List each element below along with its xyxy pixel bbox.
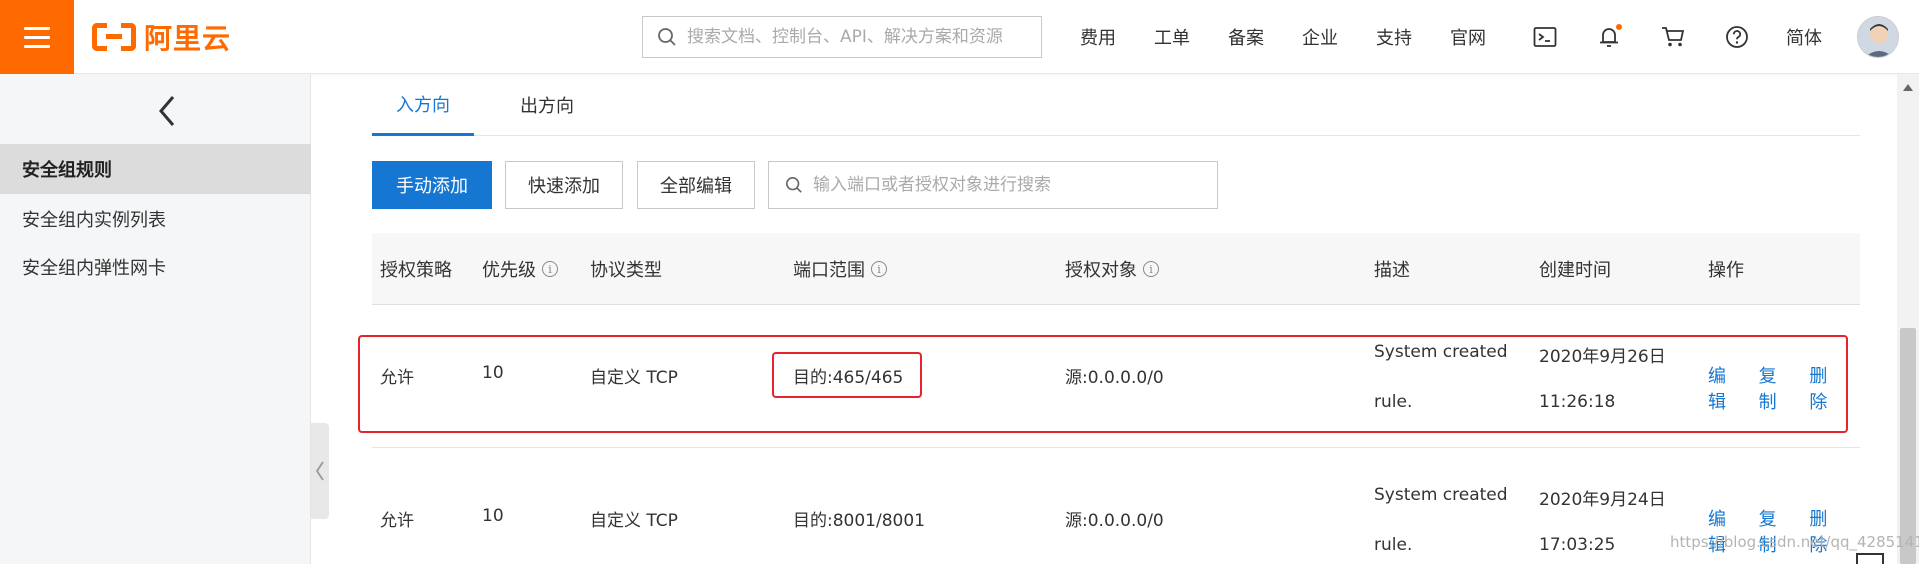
nav-tickets[interactable]: 工单: [1154, 24, 1190, 50]
rule-search[interactable]: [768, 161, 1218, 209]
scrollbar-thumb[interactable]: [1900, 328, 1916, 564]
column-header-actions: 操作: [1708, 260, 1744, 281]
column-header-source: 授权对象 i: [1065, 233, 1159, 305]
avatar[interactable]: [1857, 16, 1899, 58]
top-icons: 简体: [1530, 0, 1856, 74]
tab-inbound[interactable]: 入方向: [372, 74, 474, 136]
manual-add-button[interactable]: 手动添加: [372, 161, 492, 209]
cell-created: 2020年9月24日 17:03:25: [1539, 490, 1666, 555]
highlight-row-box: [358, 335, 1848, 433]
column-header-protocol: 协议类型: [590, 260, 662, 281]
cell-protocol: 自定义 TCP: [590, 511, 678, 531]
chevron-left-icon: [315, 461, 324, 481]
cell-policy: 允许: [380, 511, 414, 531]
search-icon: [785, 176, 802, 193]
column-header-description: 描述: [1374, 260, 1410, 281]
logo-text: 阿里云: [144, 22, 232, 55]
notification-dot: [1616, 24, 1622, 30]
tab-outbound[interactable]: 出方向: [496, 74, 598, 136]
cell-port: 目的:8001/8001: [793, 511, 925, 531]
sidebar-item-instance-list[interactable]: 安全组内实例列表: [0, 194, 311, 244]
nav-icp[interactable]: 备案: [1228, 24, 1264, 50]
nav-enterprise[interactable]: 企业: [1302, 24, 1338, 50]
corner-widget-icon[interactable]: [1856, 553, 1884, 564]
rule-search-input[interactable]: [813, 175, 1203, 195]
global-search-input[interactable]: [687, 27, 1027, 47]
nav-support[interactable]: 支持: [1376, 24, 1412, 50]
global-search[interactable]: [642, 16, 1042, 58]
sidebar-item-eni[interactable]: 安全组内弹性网卡: [0, 242, 311, 292]
scroll-up-arrow-icon[interactable]: [1903, 84, 1913, 91]
direction-tabs: 入方向 出方向: [372, 74, 1860, 136]
column-header-created: 创建时间: [1539, 260, 1611, 281]
info-icon[interactable]: i: [1143, 261, 1159, 277]
info-icon[interactable]: i: [871, 261, 887, 277]
terminal-icon[interactable]: [1530, 22, 1560, 52]
back-chevron-icon[interactable]: [155, 94, 179, 128]
column-header-policy: 授权策略: [380, 260, 452, 281]
top-bar: 阿里云 费用 工单 备案 企业 支持 官网 简体: [0, 0, 1919, 74]
cell-priority: 10: [482, 506, 504, 526]
nav-website[interactable]: 官网: [1450, 24, 1486, 50]
menu-icon[interactable]: [0, 0, 74, 74]
column-header-port: 端口范围 i: [793, 233, 887, 305]
search-icon: [658, 28, 676, 46]
watermark: https://blog.csdn.net/qq_42851418: [1670, 533, 1919, 551]
collapse-handle[interactable]: [311, 423, 329, 519]
cell-source: 源:0.0.0.0/0: [1065, 511, 1164, 531]
table-row: 允许 10 自定义 TCP 目的:8001/8001 源:0.0.0.0/0 S…: [372, 449, 1860, 564]
cart-icon[interactable]: [1658, 22, 1688, 52]
edit-all-button[interactable]: 全部编辑: [637, 161, 755, 209]
bell-icon[interactable]: [1594, 22, 1624, 52]
highlight-port-box: [772, 352, 922, 398]
sidebar: 安全组规则 安全组内实例列表 安全组内弹性网卡: [0, 74, 311, 564]
sidebar-item-security-group-rules[interactable]: 安全组规则: [0, 144, 311, 194]
aliyun-logo-mark-icon: [92, 23, 136, 51]
help-icon[interactable]: [1722, 22, 1752, 52]
quick-add-button[interactable]: 快速添加: [505, 161, 623, 209]
nav-fees[interactable]: 费用: [1080, 24, 1116, 50]
aliyun-logo[interactable]: 阿里云: [92, 18, 231, 56]
info-icon[interactable]: i: [542, 261, 558, 277]
column-header-priority: 优先级 i: [482, 233, 558, 305]
cell-description: System created rule.: [1374, 485, 1508, 555]
top-nav: 费用 工单 备案 企业 支持 官网: [1080, 0, 1524, 74]
table-header: 授权策略 优先级 i 协议类型 端口范围 i 授权对象 i 描述 创建时间 操作: [372, 233, 1860, 305]
language-switch[interactable]: 简体: [1786, 24, 1822, 50]
